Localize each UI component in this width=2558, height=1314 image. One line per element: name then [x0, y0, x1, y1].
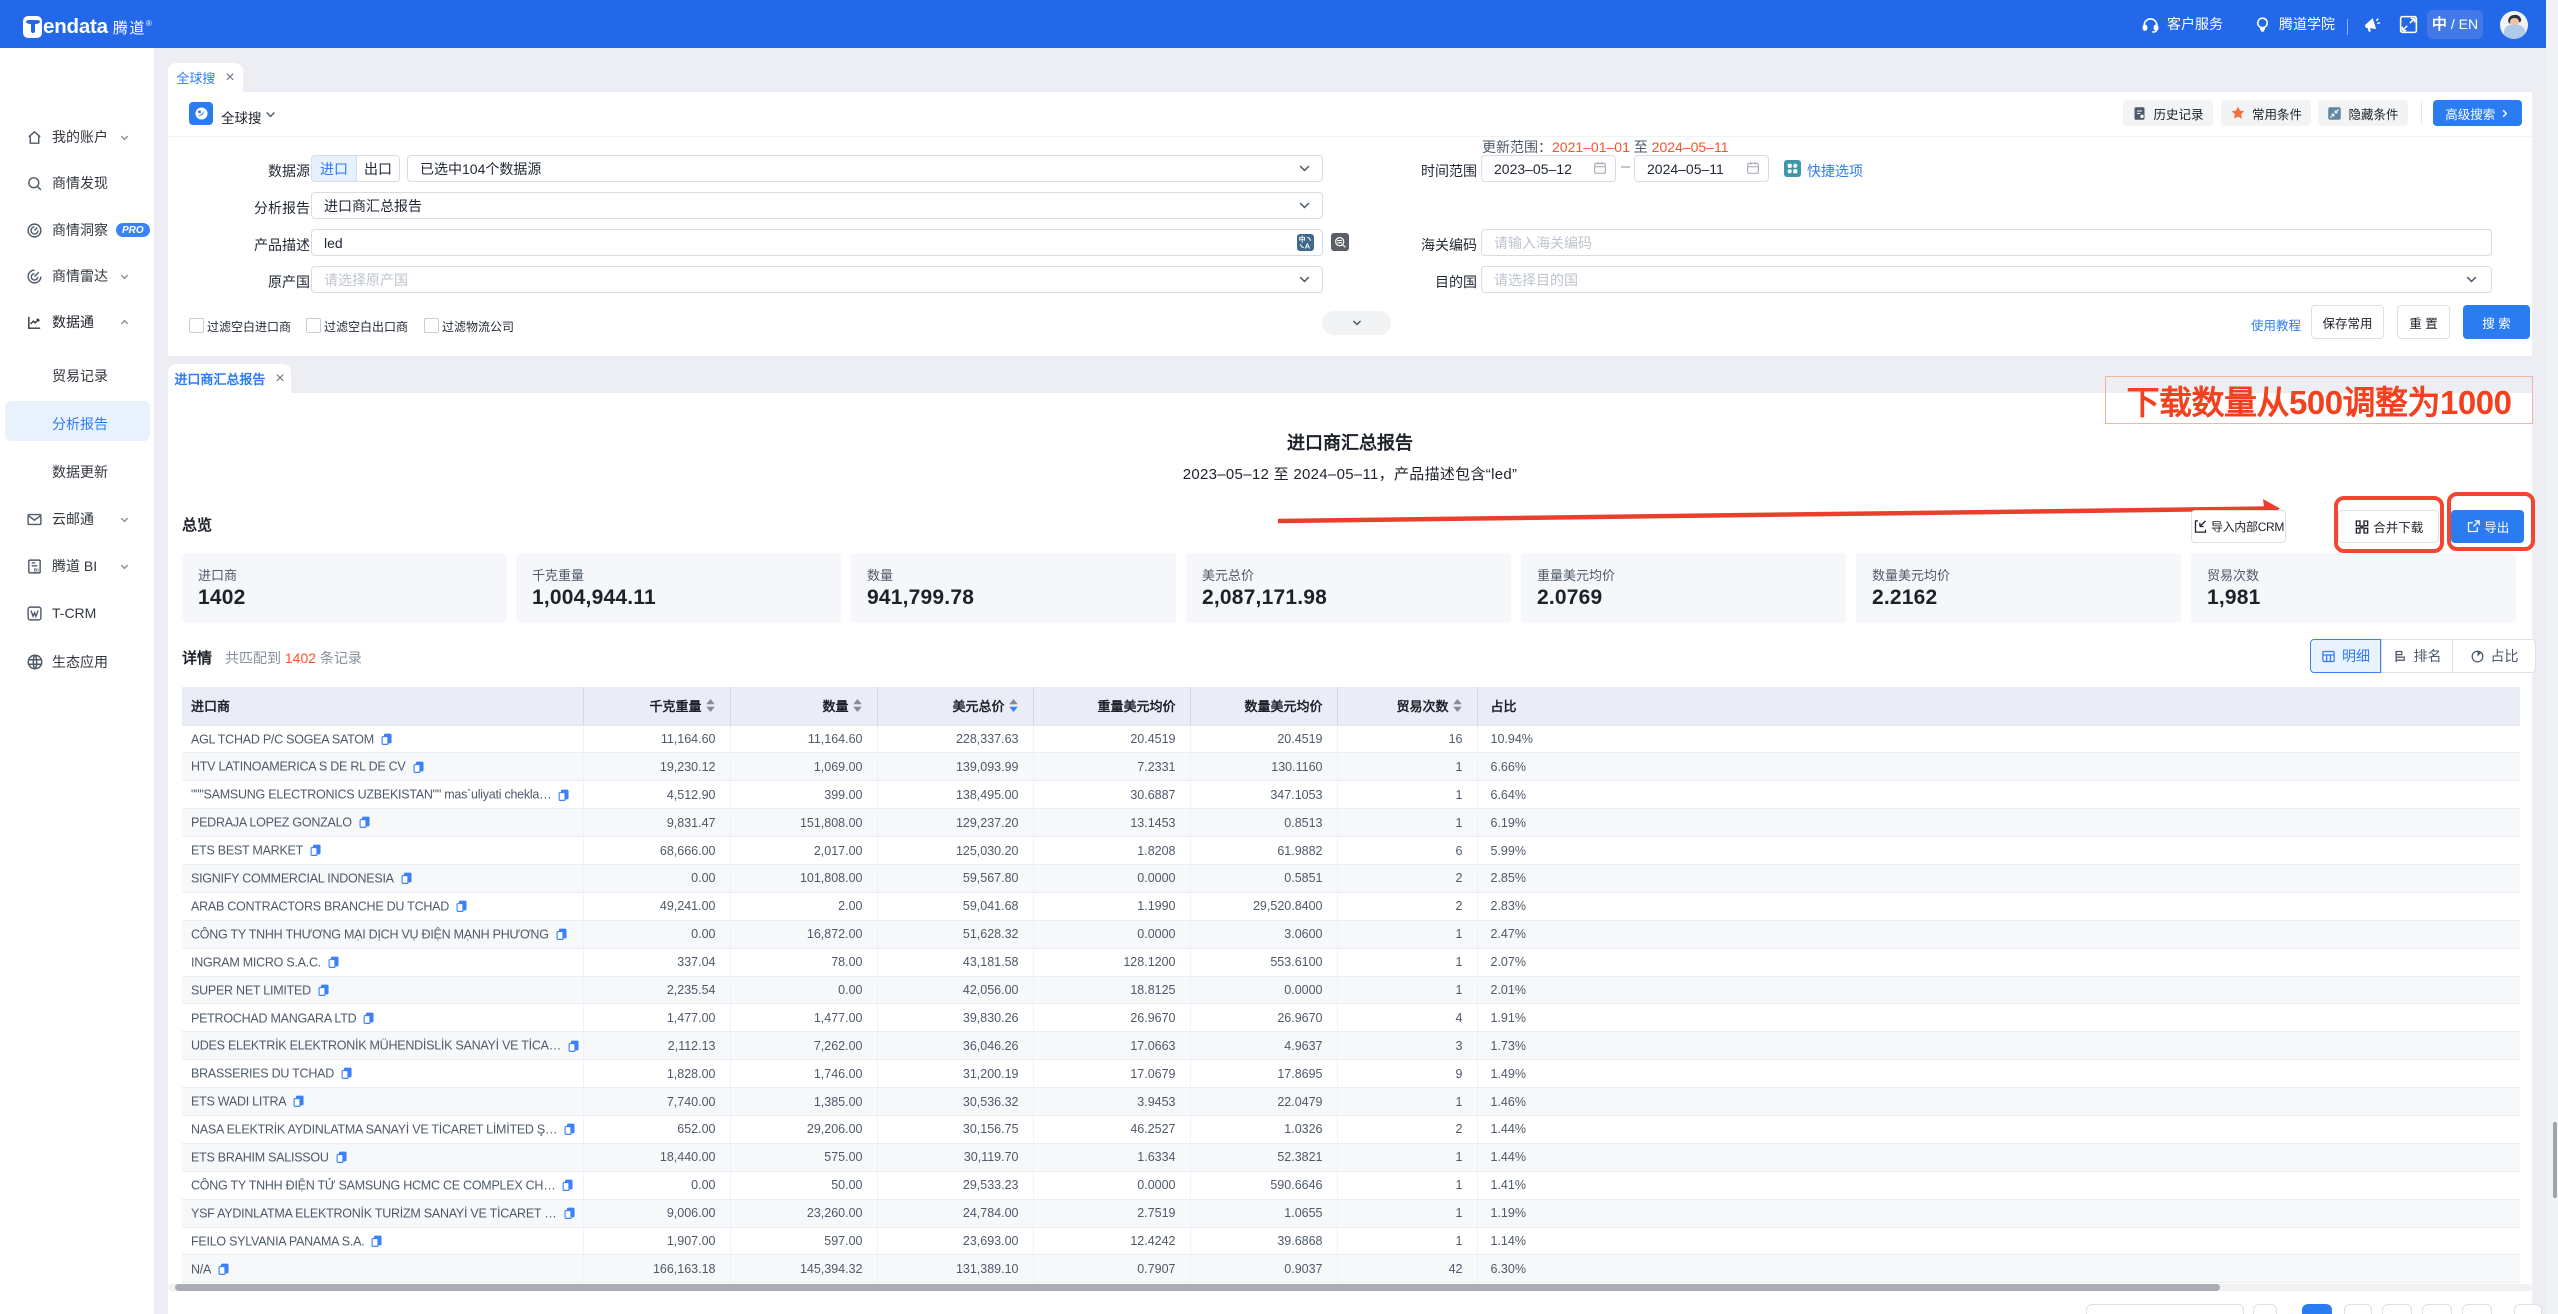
svg-text:BI: BI [34, 567, 40, 573]
svg-text:A: A [1305, 241, 1311, 250]
